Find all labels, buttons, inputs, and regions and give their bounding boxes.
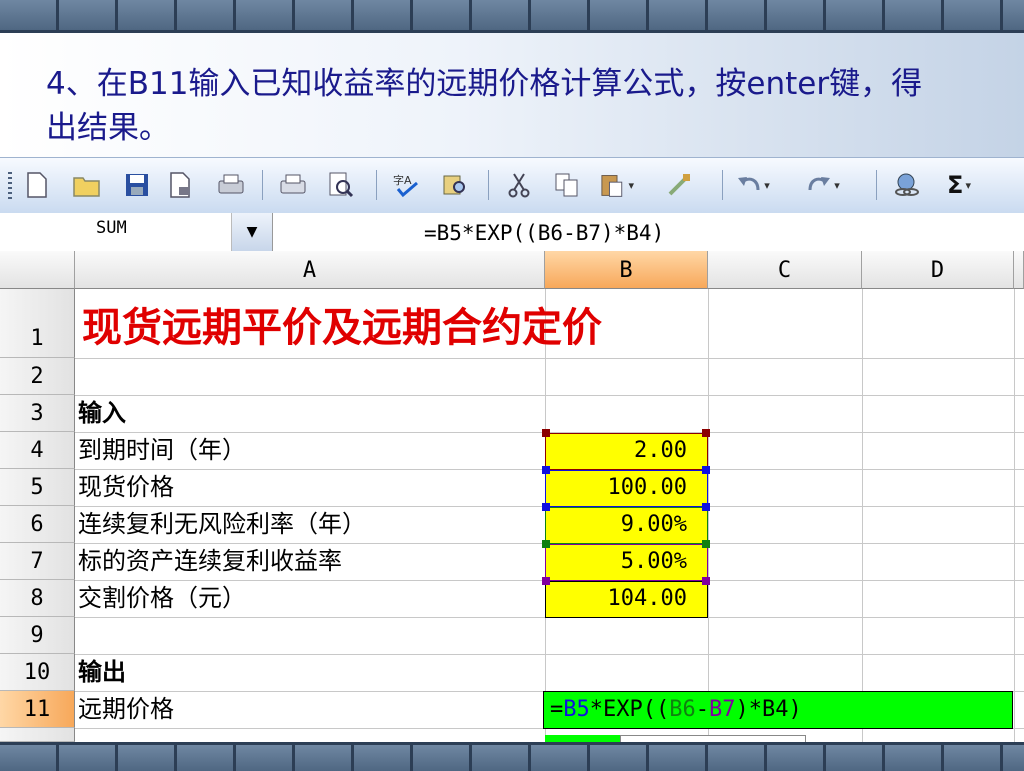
row-header-2[interactable]: 2 [0, 358, 75, 395]
toolbar-separator [488, 170, 489, 200]
formula-ref-b5: B5 [563, 697, 590, 722]
formula-input[interactable]: =B5*EXP((B6-B7)*B4) [424, 213, 664, 251]
range-handle[interactable] [542, 429, 550, 437]
row-header-8[interactable]: 8 [0, 580, 75, 617]
formula-token: - [695, 697, 709, 722]
svg-text:字A: 字A [393, 173, 412, 187]
print-preview-icon[interactable] [324, 168, 358, 202]
toolbar-separator [376, 170, 377, 200]
new-icon[interactable] [20, 168, 54, 202]
gridline [1014, 289, 1015, 742]
row-header-6[interactable]: 6 [0, 506, 75, 543]
range-handle[interactable] [702, 429, 710, 437]
cell-b8[interactable]: 104.00 [545, 581, 708, 618]
print-icon[interactable] [276, 168, 310, 202]
cell-a3[interactable]: 输入 [78, 395, 126, 432]
column-header-e[interactable] [1014, 251, 1024, 289]
gridline [75, 654, 1024, 655]
row-header-3[interactable]: 3 [0, 395, 75, 432]
toolbar-separator [262, 170, 263, 200]
range-handle[interactable] [542, 466, 550, 474]
formula-ref-b7: B7 [708, 697, 736, 722]
gridline [708, 289, 709, 742]
cell-b6[interactable]: 9.00% [545, 507, 708, 544]
cell-a11[interactable]: 远期价格 [78, 691, 174, 728]
formula-token: ( [655, 697, 670, 722]
permission-icon[interactable] [164, 168, 198, 202]
chevron-down-icon[interactable]: ▾ [764, 179, 770, 192]
toolbar-grip[interactable] [8, 172, 12, 200]
toolbar-separator [722, 170, 723, 200]
gridline [862, 289, 863, 742]
row-header-9[interactable]: 9 [0, 617, 75, 654]
print-area-icon[interactable] [214, 168, 248, 202]
cell-b5[interactable]: 100.00 [545, 470, 708, 507]
cut-icon[interactable] [502, 168, 536, 202]
cell-b4[interactable]: 2.00 [545, 433, 708, 470]
cell-a5[interactable]: 现货价格 [78, 469, 174, 506]
cell-a7[interactable]: 标的资产连续复利收益率 [78, 543, 342, 580]
research-icon[interactable] [438, 168, 472, 202]
open-icon[interactable] [70, 168, 104, 202]
copy-icon[interactable] [550, 168, 584, 202]
slide-bottom-border [0, 742, 1024, 771]
column-header-d[interactable]: D [862, 251, 1014, 289]
formula-ref-b6: B6 [669, 697, 696, 722]
toolbar-separator [876, 170, 877, 200]
autosum-glyph: Σ [947, 171, 964, 199]
range-handle[interactable] [542, 503, 550, 511]
standard-toolbar: 字A ▾ ▾ ▾ Σ ▾ [0, 157, 1024, 215]
formula-token: )*B4) [735, 697, 802, 722]
cell-a6[interactable]: 连续复利无风险利率（年） [78, 506, 366, 543]
name-box-dropdown[interactable]: ▼ [232, 213, 273, 251]
slide-top-border [0, 0, 1024, 33]
cell-b11-editor[interactable]: =B5*EXP((B6-B7)*B4) [543, 691, 1013, 729]
worksheet-grid: A B C D 1 2 3 4 5 6 7 8 9 10 11 现货远期平价及远… [0, 251, 1024, 742]
redo-icon[interactable]: ▾ [806, 168, 840, 202]
paste-icon[interactable]: ▾ [600, 168, 634, 202]
slide-instruction-text: 4、在B11输入已知收益率的远期价格计算公式，按enter键，得出结果。 [46, 66, 923, 146]
formula-token: = [550, 697, 564, 722]
range-handle[interactable] [542, 577, 550, 585]
row-header-1[interactable]: 1 [0, 289, 75, 358]
autosum-icon[interactable]: Σ ▾ [942, 168, 976, 202]
row-header-5[interactable]: 5 [0, 469, 75, 506]
cell-a10[interactable]: 输出 [78, 654, 126, 691]
cell-a4[interactable]: 到期时间（年） [78, 432, 246, 469]
gridline [75, 358, 1024, 359]
gridline [75, 395, 1024, 396]
select-all-corner[interactable] [0, 251, 75, 289]
function-tooltip [620, 735, 806, 742]
column-header-b[interactable]: B [545, 251, 708, 289]
range-handle[interactable] [702, 503, 710, 511]
column-header-a[interactable]: A [75, 251, 545, 289]
cell-a8[interactable]: 交割价格（元） [78, 580, 246, 617]
formula-token: *EXP( [589, 697, 656, 722]
undo-icon[interactable]: ▾ [736, 168, 770, 202]
range-handle[interactable] [702, 577, 710, 585]
chevron-down-icon[interactable]: ▾ [834, 179, 840, 192]
row-header-4[interactable]: 4 [0, 432, 75, 469]
range-handle[interactable] [702, 466, 710, 474]
cell-b12-partial [545, 735, 620, 742]
cell-b7[interactable]: 5.00% [545, 544, 708, 581]
range-handle[interactable] [542, 540, 550, 548]
hyperlink-icon[interactable] [890, 168, 924, 202]
formula-bar: SUM ▼ =B5*EXP((B6-B7)*B4) [0, 213, 1024, 252]
row-header-12[interactable] [0, 728, 75, 742]
chevron-down-icon: ▼ [246, 224, 258, 240]
spelling-icon[interactable]: 字A [390, 168, 424, 202]
row-header-10[interactable]: 10 [0, 654, 75, 691]
cell-a1-title[interactable]: 现货远期平价及远期合约定价 [82, 293, 602, 357]
save-icon[interactable] [120, 168, 154, 202]
row-header-7[interactable]: 7 [0, 543, 75, 580]
range-handle[interactable] [702, 540, 710, 548]
row-header-11[interactable]: 11 [0, 691, 75, 728]
column-header-c[interactable]: C [708, 251, 862, 289]
chevron-down-icon[interactable]: ▾ [965, 179, 971, 192]
name-box[interactable]: SUM [0, 213, 232, 251]
chevron-down-icon[interactable]: ▾ [628, 179, 634, 192]
format-painter-icon[interactable] [662, 168, 696, 202]
